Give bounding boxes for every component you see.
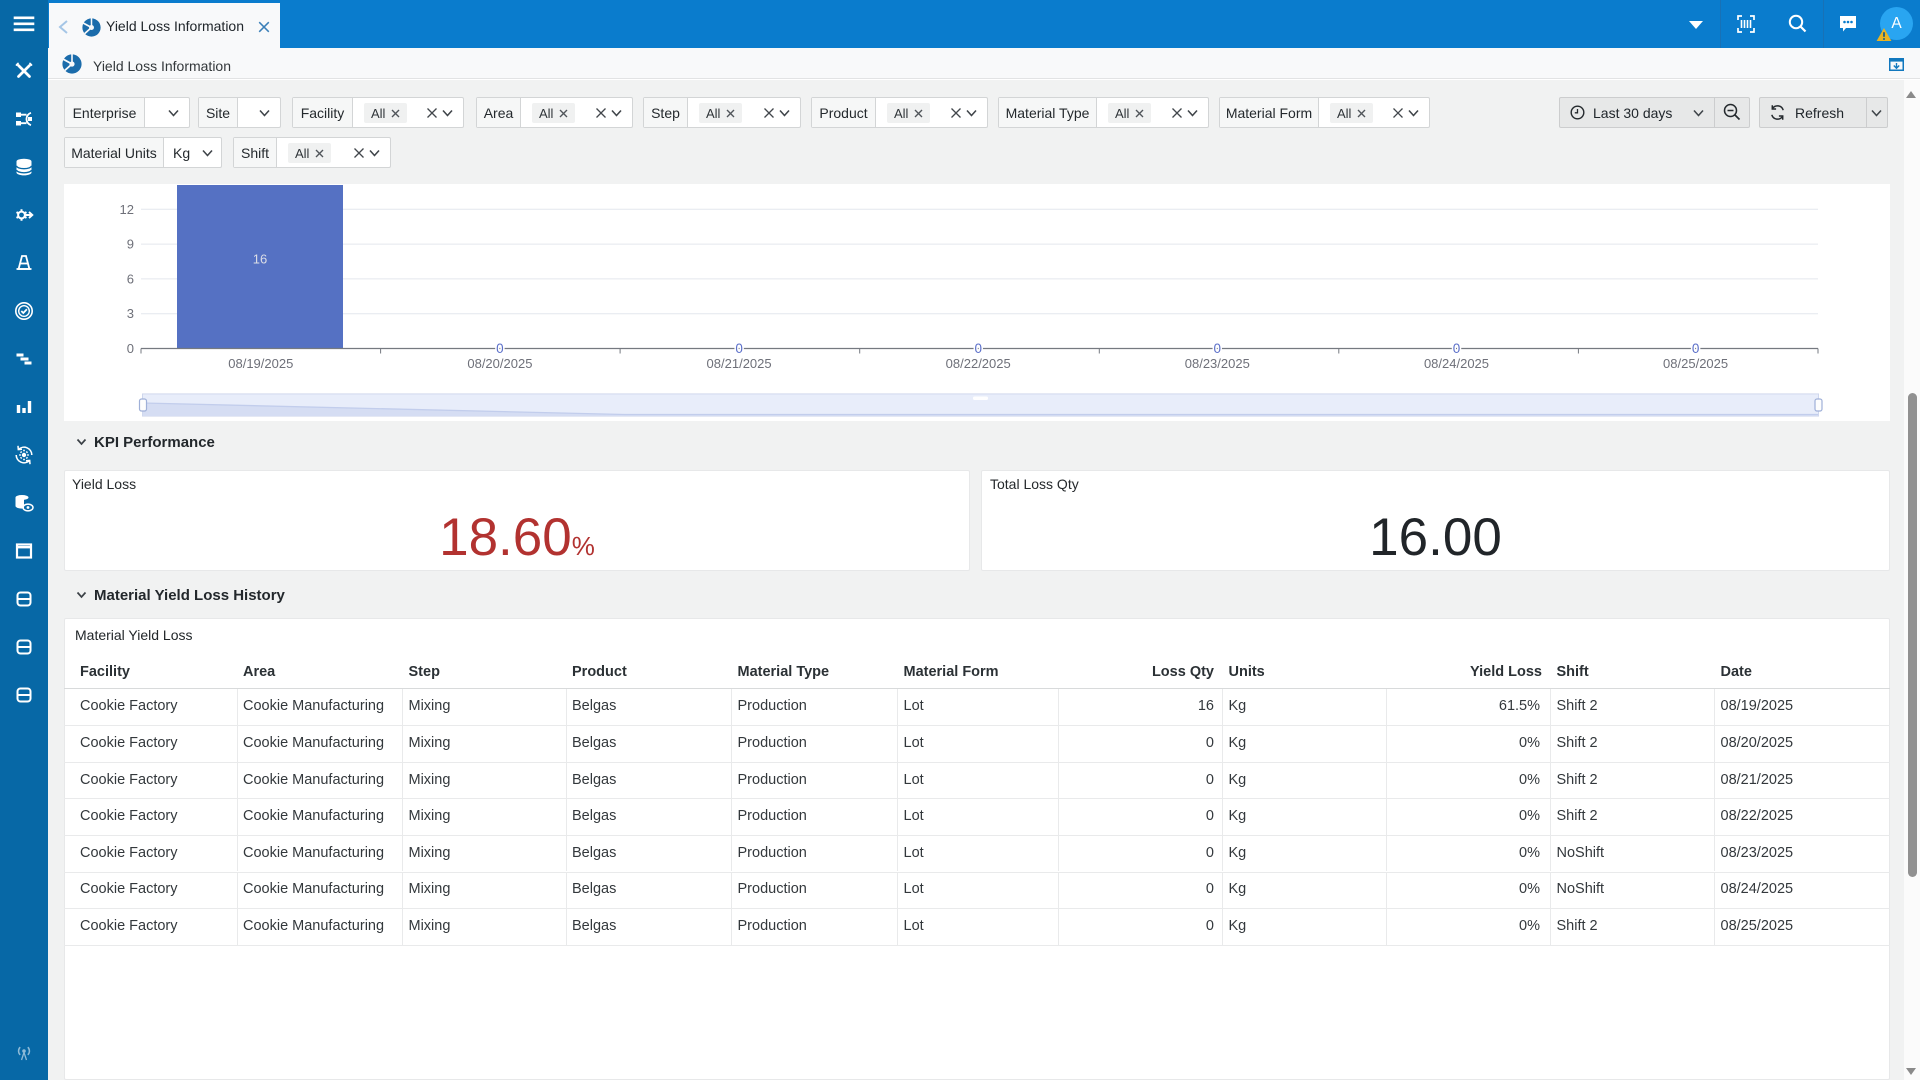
- svg-text:08/21/2025: 08/21/2025: [707, 356, 772, 371]
- svg-text:0: 0: [974, 341, 982, 356]
- svg-text:6: 6: [127, 271, 134, 286]
- svg-text:08/22/2025: 08/22/2025: [946, 356, 1011, 371]
- svg-text:08/19/2025: 08/19/2025: [228, 356, 293, 371]
- svg-text:08/25/2025: 08/25/2025: [1663, 356, 1728, 371]
- svg-text:0: 0: [735, 341, 743, 356]
- svg-text:3: 3: [127, 306, 134, 321]
- svg-text:08/23/2025: 08/23/2025: [1185, 356, 1250, 371]
- svg-text:0: 0: [1214, 341, 1222, 356]
- svg-text:0: 0: [1453, 341, 1461, 356]
- svg-text:08/24/2025: 08/24/2025: [1424, 356, 1489, 371]
- svg-text:12: 12: [120, 202, 134, 217]
- svg-text:08/20/2025: 08/20/2025: [467, 356, 532, 371]
- svg-text:9: 9: [127, 237, 134, 252]
- svg-text:0: 0: [127, 341, 134, 356]
- svg-text:16: 16: [253, 252, 267, 267]
- svg-text:0: 0: [496, 341, 504, 356]
- svg-text:0: 0: [1692, 341, 1700, 356]
